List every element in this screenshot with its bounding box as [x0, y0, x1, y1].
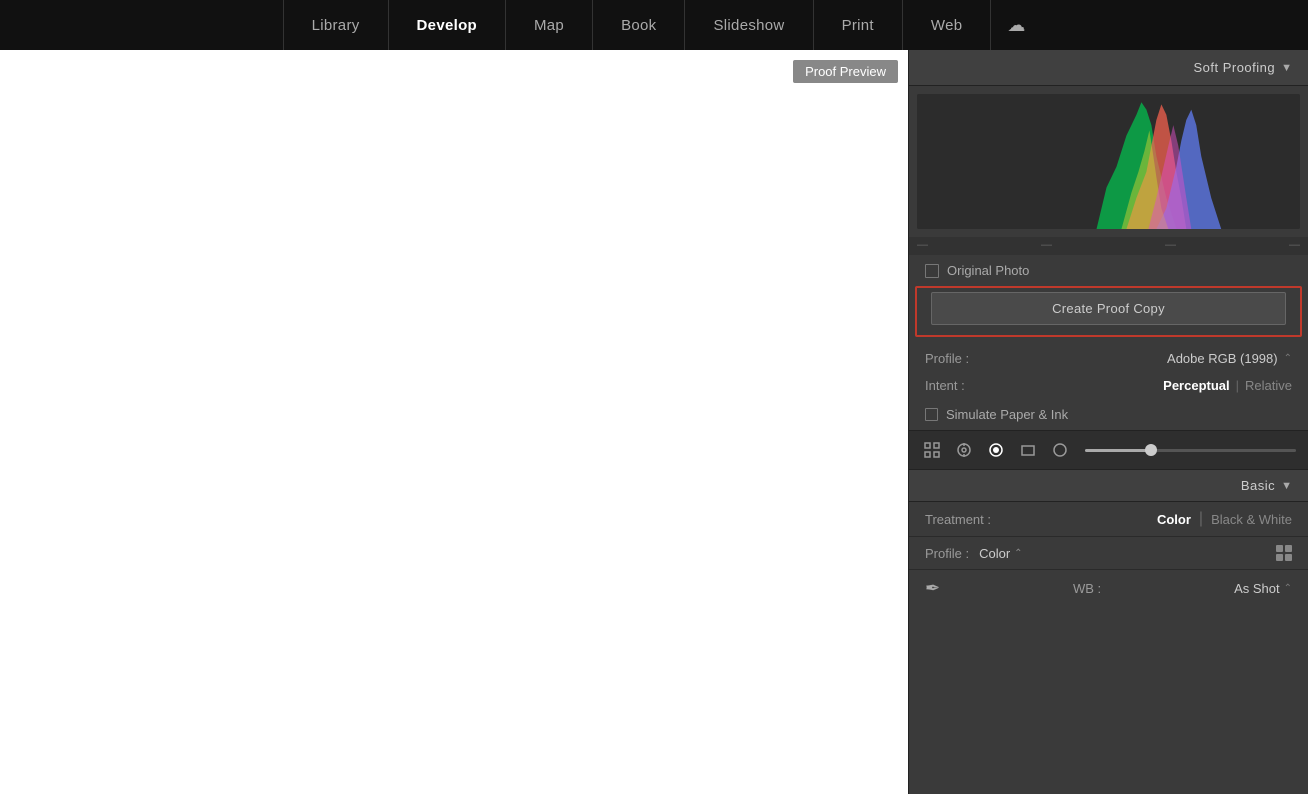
target-tool-icon[interactable]	[953, 439, 975, 461]
profile-info-row: Profile : Adobe RGB (1998) ⌃	[909, 345, 1308, 372]
create-proof-copy-button[interactable]: Create Proof Copy	[931, 292, 1286, 325]
intent-options: Perceptual | Relative	[1163, 378, 1292, 393]
treatment-divider: |	[1199, 510, 1203, 528]
soft-proofing-chevron-icon[interactable]: ▼	[1281, 62, 1292, 74]
treatment-options: Color | Black & White	[1157, 510, 1292, 528]
hist-tick-4: —	[1289, 239, 1300, 251]
cloud-icon[interactable]: ☁	[1007, 15, 1025, 36]
eyedropper-icon[interactable]: ✒	[925, 578, 940, 599]
profile-grid-cell-3	[1276, 554, 1283, 561]
soft-proofing-title: Soft Proofing	[1193, 60, 1275, 75]
wb-label: WB :	[1073, 581, 1101, 596]
nav-map[interactable]: Map	[506, 0, 593, 50]
nav-develop[interactable]: Develop	[389, 0, 506, 50]
main-content: Proof Preview Soft Proofing ▼ ▢ ▢	[0, 50, 1308, 794]
profile-grid-cell-4	[1285, 554, 1292, 561]
hist-tick-1: —	[917, 239, 928, 251]
basic-panel-chevron-icon[interactable]: ▼	[1281, 480, 1292, 492]
basic-profile-chevron-icon: ⌃	[1014, 548, 1022, 559]
nav-slideshow[interactable]: Slideshow	[685, 0, 813, 50]
simulate-paper-ink-label: Simulate Paper & Ink	[946, 407, 1068, 422]
intent-perceptual[interactable]: Perceptual	[1163, 378, 1229, 393]
tool-strip	[909, 430, 1308, 470]
basic-profile-value[interactable]: Color ⌃	[979, 546, 1022, 561]
wb-row: ✒ WB : As Shot ⌃	[909, 570, 1308, 607]
simulate-paper-ink-row: Simulate Paper & Ink	[909, 399, 1308, 430]
right-panel: Soft Proofing ▼ ▢ ▢ —	[908, 50, 1308, 794]
nav-print[interactable]: Print	[814, 0, 903, 50]
original-photo-row: Original Photo	[909, 255, 1308, 286]
canvas-area: Proof Preview	[0, 50, 908, 794]
basic-profile-left: Profile : Color ⌃	[925, 546, 1023, 561]
basic-profile-value-text: Color	[979, 546, 1010, 561]
nav-book[interactable]: Book	[593, 0, 685, 50]
intent-divider: |	[1236, 378, 1239, 393]
intent-relative[interactable]: Relative	[1245, 378, 1292, 393]
basic-profile-row: Profile : Color ⌃	[909, 537, 1308, 570]
basic-panel-title: Basic	[1241, 478, 1275, 493]
tool-slider[interactable]	[1085, 449, 1296, 452]
circle-tool-icon[interactable]	[1049, 439, 1071, 461]
intent-info-row: Intent : Perceptual | Relative	[909, 372, 1308, 399]
profile-chevron-icon: ⌃	[1284, 353, 1292, 364]
nav-library[interactable]: Library	[283, 0, 389, 50]
profile-label: Profile :	[925, 351, 969, 366]
proof-preview-badge: Proof Preview	[793, 60, 898, 83]
simulate-paper-ink-checkbox[interactable]	[925, 408, 938, 421]
histogram-area: ▢ ▢	[917, 94, 1300, 229]
original-photo-checkbox[interactable]	[925, 264, 939, 278]
top-navigation: Library Develop Map Book Slideshow Print…	[0, 0, 1308, 50]
profile-value[interactable]: Adobe RGB (1998) ⌃	[1167, 351, 1292, 366]
profile-value-text: Adobe RGB (1998)	[1167, 351, 1278, 366]
soft-proofing-header: Soft Proofing ▼	[909, 50, 1308, 86]
histogram-ticks: — — — —	[909, 237, 1308, 255]
basic-panel-header: Basic ▼	[909, 470, 1308, 502]
wb-chevron-icon: ⌃	[1284, 583, 1292, 594]
original-photo-label: Original Photo	[947, 263, 1029, 278]
basic-profile-label: Profile :	[925, 546, 969, 561]
profile-grid-icon[interactable]	[1276, 545, 1292, 561]
nav-web[interactable]: Web	[903, 0, 991, 50]
treatment-bw[interactable]: Black & White	[1211, 512, 1292, 527]
intent-label: Intent :	[925, 378, 965, 393]
hist-tick-2: —	[1041, 239, 1052, 251]
create-proof-wrapper: Create Proof Copy	[915, 286, 1302, 337]
radio-tool-icon[interactable]	[985, 439, 1007, 461]
treatment-color[interactable]: Color	[1157, 512, 1191, 527]
profile-grid-cell-1	[1276, 545, 1283, 552]
treatment-row: Treatment : Color | Black & White	[909, 502, 1308, 537]
rect-tool-icon[interactable]	[1017, 439, 1039, 461]
grid-tool-icon[interactable]	[921, 439, 943, 461]
wb-value-text: As Shot	[1234, 581, 1280, 596]
wb-value[interactable]: As Shot ⌃	[1234, 581, 1292, 596]
treatment-label: Treatment :	[925, 512, 991, 527]
profile-grid-cell-2	[1285, 545, 1292, 552]
histogram-chart	[917, 94, 1300, 229]
hist-tick-3: —	[1165, 239, 1176, 251]
